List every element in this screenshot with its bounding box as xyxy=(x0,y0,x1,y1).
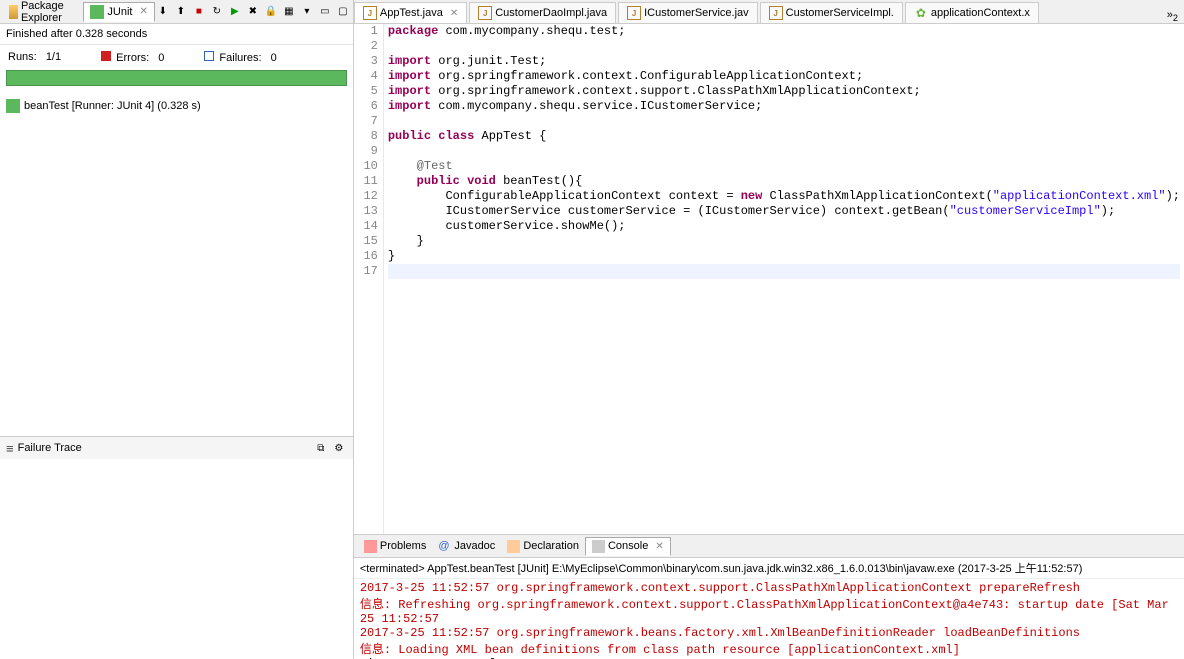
failure-trace-header: ≡ Failure Trace ⧉ ⚙ xyxy=(0,437,353,459)
javadoc-icon: @ xyxy=(438,540,451,553)
line-gutter: 1 2 +3 4 5 6 7 8 9 -10 11 12 13 14 15 16… xyxy=(354,24,384,534)
junit-icon xyxy=(90,5,104,19)
failure-trace-panel: ≡ Failure Trace ⧉ ⚙ xyxy=(0,436,353,659)
editor-tabs: J AppTest.java ✕ J CustomerDaoImpl.java … xyxy=(354,0,1184,24)
tab-package-explorer[interactable]: Package Explorer xyxy=(2,0,83,27)
tab-declaration[interactable]: Declaration xyxy=(501,538,585,555)
console-line: 2017-3-25 11:52:57 org.springframework.c… xyxy=(360,581,1178,595)
console-body[interactable]: 2017-3-25 11:52:57 org.springframework.c… xyxy=(354,579,1184,659)
tab-console[interactable]: Console ✕ xyxy=(585,537,671,556)
failure-icon xyxy=(204,51,214,61)
java-file-icon: J xyxy=(627,6,641,20)
junit-toolbar: ⬇ ⬆ ■ ↻ ▶ ✖ 🔒 ▦ ▾ ▭ ▢ xyxy=(155,4,351,20)
package-icon xyxy=(9,5,18,19)
tab-label: JUnit xyxy=(107,6,132,18)
console-line: 2017-3-25 11:52:57 org.springframework.b… xyxy=(360,626,1178,640)
console-line: 信息: Refreshing org.springframework.conte… xyxy=(360,595,1178,626)
view-menu-icon[interactable]: ▾ xyxy=(299,4,315,20)
test-tree[interactable]: beanTest [Runner: JUnit 4] (0.328 s) xyxy=(0,92,353,436)
editor-tab-label: AppTest.java xyxy=(380,7,443,19)
editor-tab-label: CustomerDaoImpl.java xyxy=(495,7,607,19)
java-file-icon: J xyxy=(769,6,783,20)
editor-tab-label: CustomerServiceImpl. xyxy=(786,7,894,19)
stop-icon[interactable]: ■ xyxy=(191,4,207,20)
runs-counter: Runs: 1/1 xyxy=(8,51,61,64)
problems-icon xyxy=(364,540,377,553)
bottom-panel: Problems @ Javadoc Declaration Console ✕… xyxy=(354,534,1184,659)
java-file-icon: J xyxy=(363,6,377,20)
relaunch-icon[interactable]: ↻ xyxy=(209,4,225,20)
error-icon xyxy=(101,51,111,61)
maximize-icon[interactable]: ▢ xyxy=(335,4,351,20)
tab-javadoc[interactable]: @ Javadoc xyxy=(432,538,501,555)
tab-problems[interactable]: Problems xyxy=(358,538,432,555)
code-area[interactable]: package com.mycompany.shequ.test; import… xyxy=(384,24,1184,534)
more-tabs[interactable]: »2 xyxy=(1161,9,1184,23)
editor-tab-icustomerservice[interactable]: J ICustomerService.jav xyxy=(618,2,758,23)
left-panel: Package Explorer JUnit ✕ ⬇ ⬆ ■ ↻ ▶ ✖ 🔒 ▦… xyxy=(0,0,354,659)
editor-tab-label: ICustomerService.jav xyxy=(644,7,749,19)
scroll-lock-icon[interactable]: 🔒 xyxy=(263,4,279,20)
filter-icon[interactable]: ⚙ xyxy=(331,440,347,456)
junit-status-line: Finished after 0.328 seconds xyxy=(0,24,353,45)
editor-tab-label: applicationContext.x xyxy=(931,7,1030,19)
failure-trace-body xyxy=(0,459,353,659)
console-icon xyxy=(592,540,605,553)
junit-counters: Runs: 1/1 Errors: 0 Failures: 0 xyxy=(0,45,353,70)
close-icon[interactable]: ✕ xyxy=(655,541,663,552)
minimize-icon[interactable]: ▭ xyxy=(317,4,333,20)
left-view-tabs: Package Explorer JUnit ✕ ⬇ ⬆ ■ ↻ ▶ ✖ 🔒 ▦… xyxy=(0,0,353,24)
errors-counter: Errors: 0 xyxy=(101,51,164,64)
close-icon[interactable]: ✕ xyxy=(139,6,147,17)
editor-tab-appcontext[interactable]: ✿ applicationContext.x xyxy=(905,2,1039,23)
test-item-label: beanTest [Runner: JUnit 4] (0.328 s) xyxy=(24,100,201,112)
console-line: 信息: Loading XML bean definitions from cl… xyxy=(360,640,1178,657)
right-panel: J AppTest.java ✕ J CustomerDaoImpl.java … xyxy=(354,0,1184,659)
failures-only-icon[interactable]: ✖ xyxy=(245,4,261,20)
test-item[interactable]: beanTest [Runner: JUnit 4] (0.328 s) xyxy=(6,98,347,114)
history-icon[interactable]: ▦ xyxy=(281,4,297,20)
console-header: <terminated> AppTest.beanTest [JUnit] E:… xyxy=(354,558,1184,579)
failures-counter: Failures: 0 xyxy=(204,51,276,64)
failure-trace-label: Failure Trace xyxy=(18,442,82,454)
prev-failure-icon[interactable]: ⬇ xyxy=(155,4,171,20)
tab-junit[interactable]: JUnit ✕ xyxy=(83,2,154,22)
stack-icon: ≡ xyxy=(6,441,14,456)
next-failure-icon[interactable]: ⬆ xyxy=(173,4,189,20)
java-file-icon: J xyxy=(478,6,492,20)
editor-tab-customerserviceimpl[interactable]: J CustomerServiceImpl. xyxy=(760,2,903,23)
bottom-tabs: Problems @ Javadoc Declaration Console ✕ xyxy=(354,535,1184,558)
editor-tab-apptest[interactable]: J AppTest.java ✕ xyxy=(354,2,467,23)
progress-bar xyxy=(6,70,347,86)
test-pass-icon xyxy=(6,99,20,113)
editor-body[interactable]: 1 2 +3 4 5 6 7 8 9 -10 11 12 13 14 15 16… xyxy=(354,24,1184,534)
rerun-icon[interactable]: ▶ xyxy=(227,4,243,20)
compare-icon[interactable]: ⧉ xyxy=(313,440,329,456)
editor-tab-customerdao[interactable]: J CustomerDaoImpl.java xyxy=(469,2,616,23)
spring-file-icon: ✿ xyxy=(914,6,928,20)
tab-label: Package Explorer xyxy=(21,0,76,24)
declaration-icon xyxy=(507,540,520,553)
close-icon[interactable]: ✕ xyxy=(450,8,458,19)
